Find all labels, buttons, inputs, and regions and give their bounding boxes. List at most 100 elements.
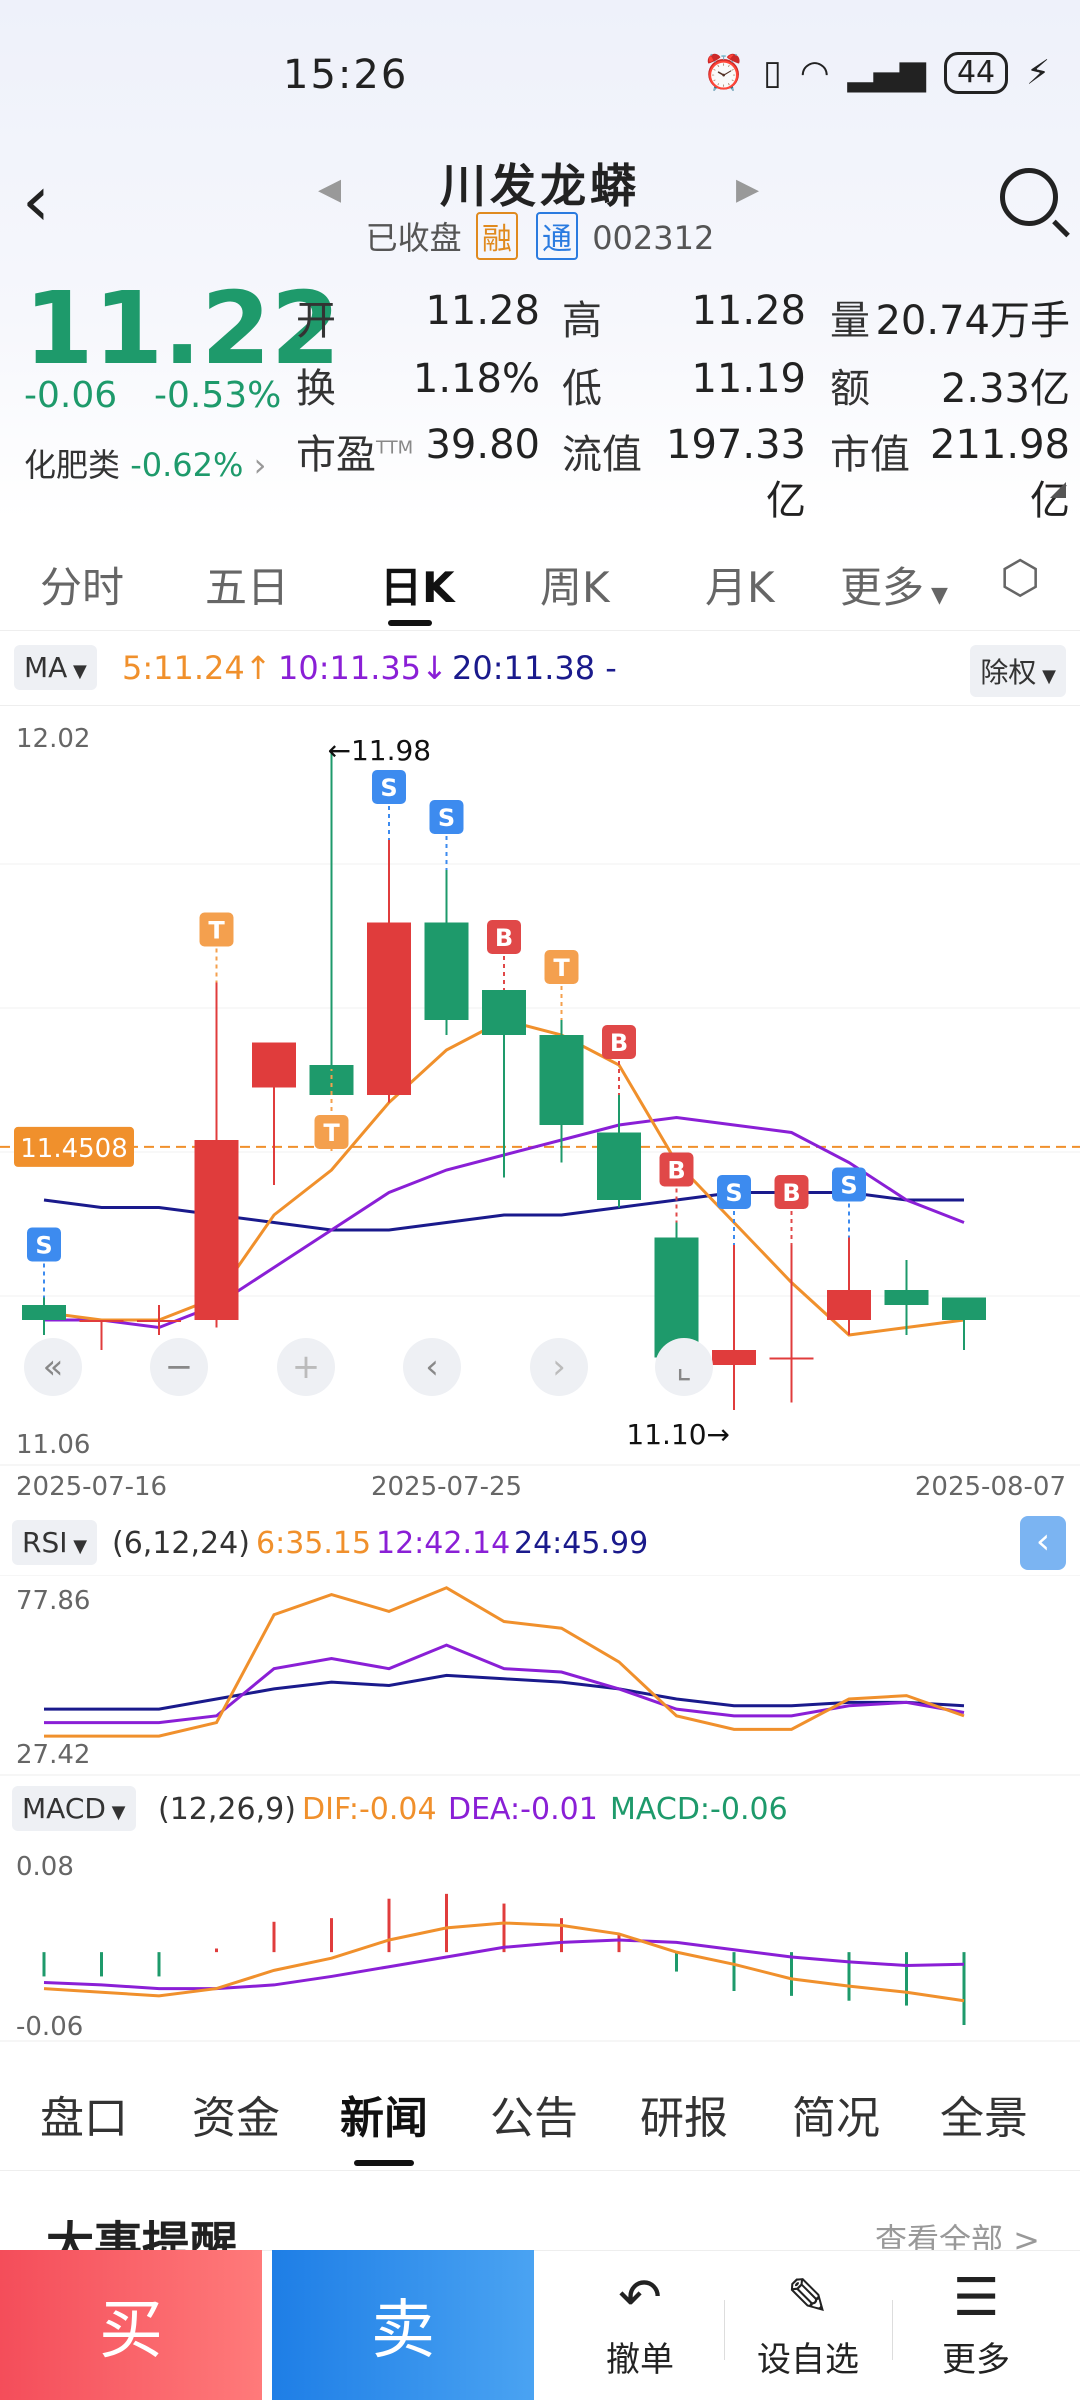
status-time: 15:26 [283, 52, 409, 98]
candle-body [884, 1290, 929, 1305]
candle-body [712, 1350, 756, 1365]
signal-label: T [553, 954, 570, 982]
collapse-panel-icon[interactable]: ‹ [1020, 1516, 1066, 1570]
undo-icon: ↶ [618, 2268, 662, 2328]
sector-link[interactable]: 化肥类 -0.62% › [24, 440, 266, 486]
volume-label: 量 [830, 298, 870, 344]
tab-weekly-k[interactable]: 周K [540, 554, 610, 615]
zoom-in-icon[interactable]: + [277, 1338, 335, 1396]
high-mark: ←11.98 [328, 734, 432, 767]
connect-tag: 通 [536, 212, 579, 260]
adjust-label: 除权 [980, 656, 1037, 689]
battery-indicator: 44 [943, 52, 1009, 94]
tab-daily-k[interactable]: 日K [380, 554, 455, 615]
low-value: 11.19 [691, 356, 806, 402]
divider [724, 2300, 725, 2360]
expand-corner-icon[interactable] [1050, 482, 1066, 498]
sell-button[interactable]: 卖 [272, 2250, 534, 2400]
adjust-selector[interactable]: 除权 ▼ [970, 645, 1066, 697]
more-label: 更多 [942, 2340, 1010, 2380]
indicator-charts[interactable]: 77.86 27.42 0.08 -0.06 [0, 1575, 1080, 2045]
pe-label: 市盈TTM [296, 422, 413, 480]
signal-icon: ▂▄▆ [847, 53, 926, 93]
ma20-line [43, 1191, 964, 1232]
dropdown-icon: ▼ [67, 1536, 88, 1557]
margin-tag: 融 [475, 212, 518, 260]
current-price: 11.22 [24, 270, 341, 387]
tab-announcements[interactable]: 公告 [490, 2082, 578, 2146]
rsi-y-bottom: 27.42 [16, 1740, 90, 1770]
search-icon[interactable] [1000, 168, 1058, 226]
candle-body [597, 1132, 641, 1200]
tab-panorama[interactable]: 全景 [940, 2082, 1028, 2146]
candle-body [194, 1140, 239, 1320]
fullscreen-icon[interactable]: ⌞ [655, 1338, 713, 1396]
signal-label: B [782, 1179, 800, 1207]
chart-tabs: 分时 五日 日K 周K 月K 更多 ▼ ⬡ [0, 520, 1080, 631]
tab-monthly-k[interactable]: 月K [705, 554, 775, 615]
amount-label: 额 [830, 366, 870, 412]
rsi12-value: 12:42.14 [376, 1526, 511, 1561]
rsi6-line [44, 1586, 965, 1738]
tab-handicap[interactable]: 盘口 [40, 2082, 128, 2146]
tab-news[interactable]: 新闻 [340, 2082, 428, 2146]
candle-body [252, 1042, 296, 1088]
candle-body [827, 1290, 871, 1320]
ma5-value: 5:11.24↑ [122, 649, 272, 687]
wifi-icon: ◠ [799, 53, 830, 93]
menu-icon: ☰ [952, 2268, 1000, 2328]
pan-left-icon[interactable]: ‹ [403, 1338, 461, 1396]
signal-label: B [495, 924, 513, 952]
cancel-order-label: 撤单 [606, 2340, 674, 2380]
signal-label: S [35, 1232, 52, 1260]
rsi-selector[interactable]: RSI ▼ [12, 1520, 98, 1565]
y-axis-bottom-label: 11.06 [16, 1430, 90, 1460]
mcap-label: 市值 [830, 432, 910, 478]
candle-body [424, 922, 469, 1020]
tab-five-day[interactable]: 五日 [205, 554, 289, 615]
amount-value: 2.33亿 [940, 366, 1070, 412]
buy-button[interactable]: 买 [0, 2250, 262, 2400]
add-watchlist-button[interactable]: ✎ 设自选 [738, 2268, 878, 2381]
open-value: 11.28 [425, 288, 540, 334]
reference-label: 11.4508 [20, 1134, 128, 1164]
x-axis-tick-label: 2025-08-07 [915, 1472, 1066, 1502]
divider [892, 2300, 893, 2360]
more-button[interactable]: ☰ 更多 [906, 2268, 1046, 2381]
signal-label: B [667, 1157, 685, 1185]
active-tab-indicator [354, 2160, 414, 2166]
charging-icon: ⚡ [1026, 53, 1050, 93]
rsi6-value: 6:35.15 [256, 1526, 372, 1561]
x-axis-tick-label: 2025-07-25 [371, 1472, 522, 1502]
candle-body [769, 1357, 814, 1360]
sector-pct: -0.62% [130, 446, 244, 484]
zoom-out-icon[interactable]: − [150, 1338, 208, 1396]
stock-code: 002312 [592, 219, 715, 257]
tab-profile[interactable]: 简况 [792, 2082, 880, 2146]
stock-subline: 已收盘 融 通 002312 [0, 212, 1080, 260]
tab-more[interactable]: 更多 ▼ [840, 554, 948, 615]
ma-selector-label: MA [24, 651, 68, 684]
ma-row: MA ▼ 5:11.24↑ 10:11.35↓ 20:11.38 - 除权 ▼ [0, 635, 1080, 706]
ma-selector[interactable]: MA ▼ [14, 645, 97, 690]
tab-funds[interactable]: 资金 [192, 2082, 280, 2146]
chevron-right-icon: › [253, 446, 267, 484]
turnover-value: 1.18% [412, 356, 540, 402]
alarm-icon: ⏰ [702, 53, 746, 93]
pan-right-icon[interactable]: › [530, 1338, 588, 1396]
tab-minute[interactable]: 分时 [40, 554, 124, 615]
tab-research[interactable]: 研报 [640, 2082, 728, 2146]
pe-sup: TTM [376, 437, 414, 459]
rsi-y-top: 77.86 [16, 1586, 90, 1616]
vibrate-icon: ▯ [763, 53, 782, 93]
signal-label: S [840, 1172, 857, 1200]
turnover-label: 换 [296, 366, 336, 412]
active-tab-indicator [388, 620, 432, 626]
macd-y-bottom: -0.06 [16, 2012, 83, 2042]
cancel-order-button[interactable]: ↶ 撤单 [570, 2268, 710, 2381]
rewind-icon[interactable]: « [24, 1338, 82, 1396]
settings-hex-icon[interactable]: ⬡ [1000, 550, 1040, 604]
price-change: -0.06 [24, 375, 118, 416]
rsi-params: (6,12,24) [112, 1526, 250, 1561]
pe-value: 39.80 [425, 422, 540, 468]
